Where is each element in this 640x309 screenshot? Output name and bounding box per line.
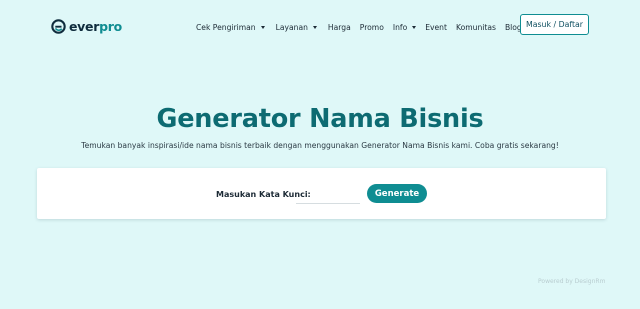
generate-button[interactable]: Generate	[367, 184, 427, 203]
login-register-button[interactable]: Masuk / Daftar	[520, 14, 589, 35]
keyword-input[interactable]	[296, 186, 360, 204]
nav-item-harga[interactable]: Harga	[328, 23, 351, 32]
nav-item-label: Cek Pengiriman	[196, 22, 256, 32]
brand-logo[interactable]: everpro	[51, 17, 122, 35]
caret-down-icon	[312, 25, 317, 29]
brand-name-part1: ever	[69, 18, 100, 34]
page-subtitle: Temukan banyak inspirasi/ide nama bisnis…	[81, 141, 559, 150]
nav-item-komunitas[interactable]: Komunitas	[456, 23, 496, 32]
caret-down-icon	[260, 25, 265, 29]
nav-item-event[interactable]: Event	[425, 23, 447, 32]
nav-item-label: Layanan	[275, 22, 308, 32]
nav-item-layanan[interactable]: Layanan	[276, 23, 317, 32]
site-header: everpro Cek Pengiriman Layanan Harga Pro…	[0, 0, 640, 50]
powered-by-text: Powered by DesignRm	[538, 278, 606, 285]
page-title: Generator Nama Bisnis	[156, 104, 484, 134]
nav-item-info[interactable]: Info	[392, 22, 417, 32]
nav-item-promo[interactable]: Promo	[360, 23, 384, 32]
generator-form-card: Masukan Kata Kunci: Generate	[37, 168, 606, 219]
caret-down-icon	[412, 25, 417, 29]
nav-item-cek-pengiriman[interactable]: Cek Pengiriman	[196, 23, 265, 32]
nav-item-label: Harga	[327, 22, 351, 32]
nav-item-label: Komunitas	[455, 22, 496, 32]
nav-item-label: Promo	[359, 22, 384, 32]
nav-item-label: Event	[425, 22, 447, 32]
nav-item-label: Info	[392, 22, 408, 32]
brand-name: everpro	[69, 19, 122, 34]
brand-name-part2: pro	[99, 18, 122, 34]
everpro-logo-icon	[51, 18, 66, 34]
page: everpro Cek Pengiriman Layanan Harga Pro…	[0, 0, 640, 309]
main-nav: Cek Pengiriman Layanan Harga Promo Info …	[196, 20, 522, 34]
